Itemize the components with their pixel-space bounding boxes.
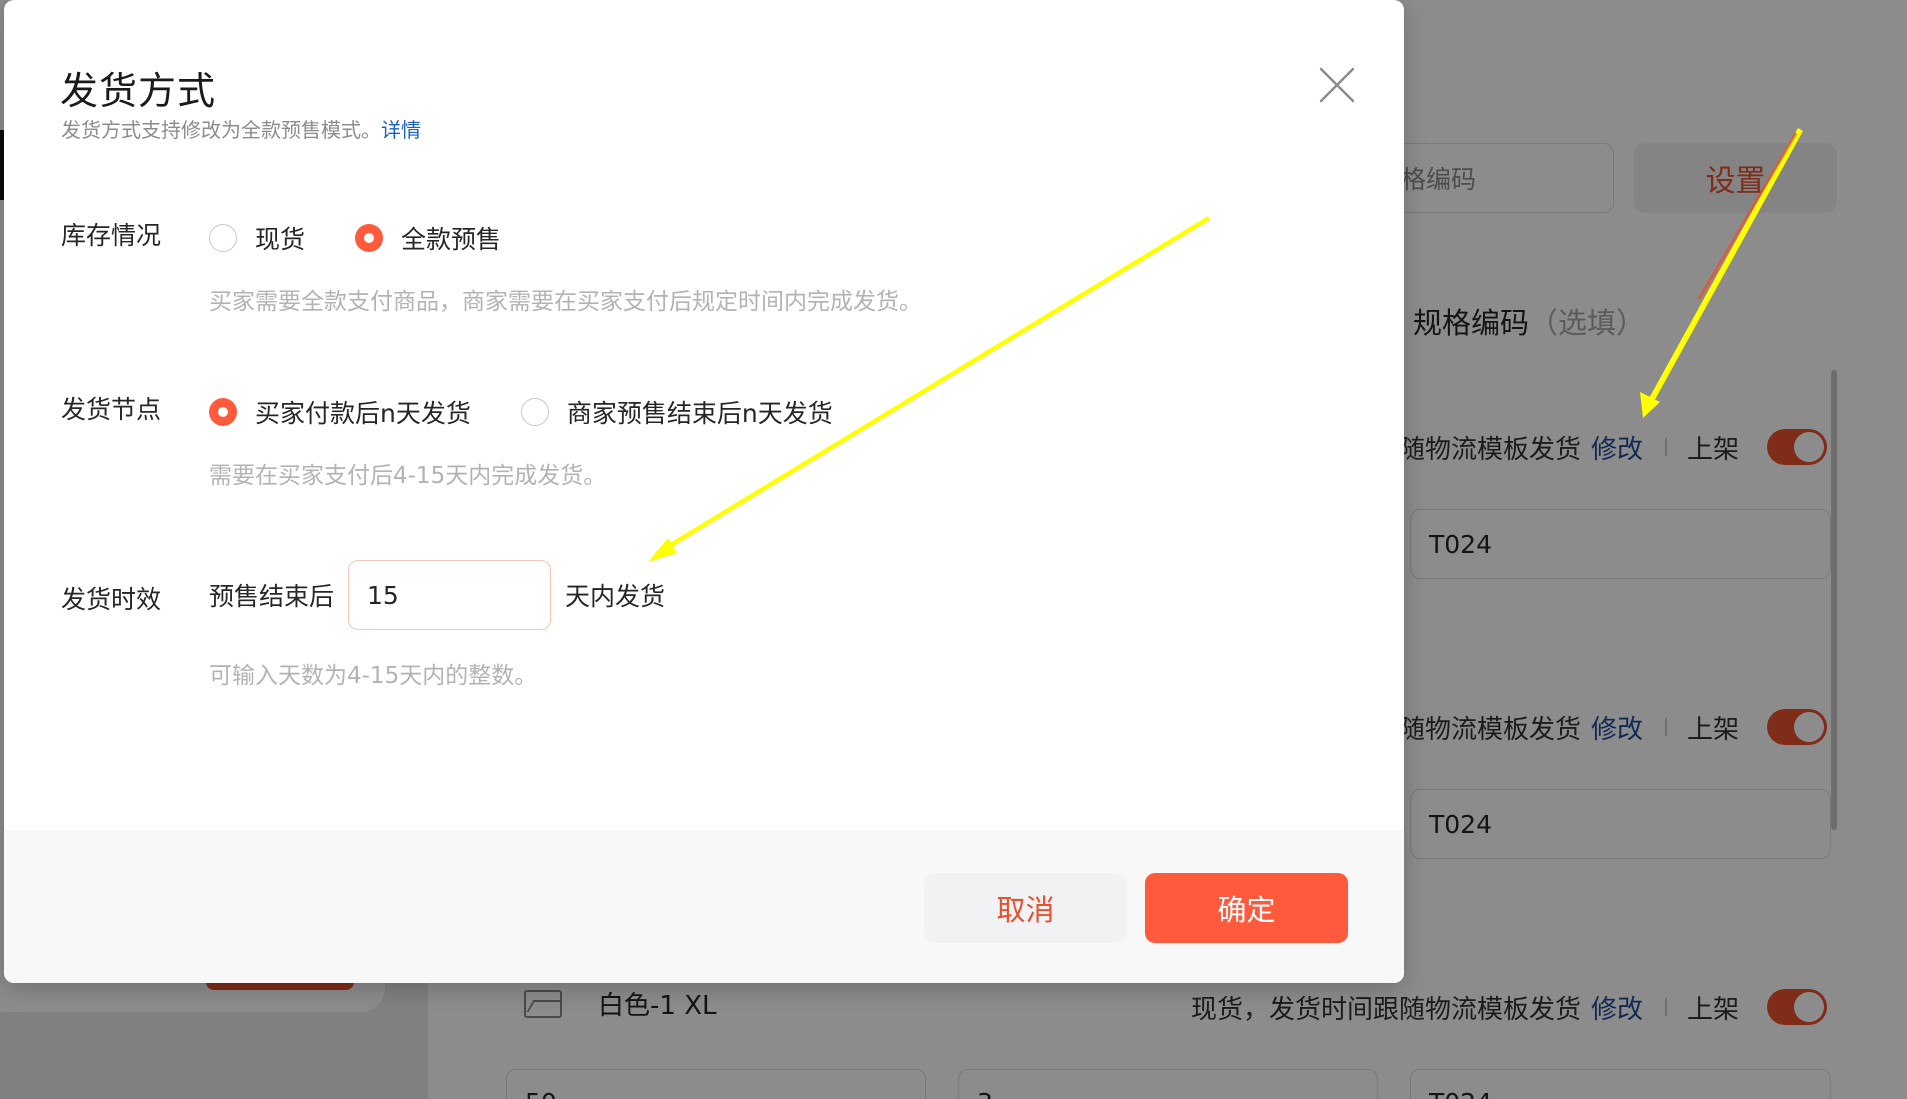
radio-label: 现货	[255, 225, 306, 254]
ship-node-radio-group: 买家付款后n天发货 商家预售结束后n天发货	[209, 394, 833, 430]
radio-circle-checked	[355, 224, 384, 252]
dialog-footer: 取消 确定	[4, 830, 1404, 983]
radio-circle-checked	[209, 398, 237, 426]
confirm-button[interactable]: 确定	[1145, 873, 1348, 943]
ship-time-prefix: 预售结束后	[209, 582, 335, 611]
radio-in-stock[interactable]: 现货	[209, 220, 305, 256]
ship-time-label: 发货时效	[61, 585, 162, 614]
radio-after-payment[interactable]: 买家付款后n天发货	[209, 394, 471, 430]
inventory-help: 买家需要全款支付商品，商家需要在买家支付后规定时间内完成发货。	[209, 289, 922, 315]
radio-label: 全款预售	[401, 225, 502, 254]
days-input[interactable]	[348, 560, 552, 630]
close-icon[interactable]	[1317, 65, 1357, 105]
ship-time-row: 预售结束后 天内发货	[209, 560, 665, 630]
cancel-button[interactable]: 取消	[924, 873, 1127, 943]
radio-label: 买家付款后n天发货	[255, 399, 471, 428]
inventory-label: 库存情况	[61, 221, 162, 250]
radio-full-presale[interactable]: 全款预售	[355, 220, 501, 256]
ship-node-label: 发货节点	[61, 395, 162, 424]
radio-after-presale-end[interactable]: 商家预售结束后n天发货	[520, 394, 833, 430]
radio-label: 商家预售结束后n天发货	[566, 399, 833, 428]
ship-time-suffix: 天内发货	[565, 582, 666, 611]
ship-time-help: 可输入天数为4-15天内的整数。	[209, 663, 538, 689]
ship-node-help: 需要在买家支付后4-15天内完成发货。	[209, 463, 607, 489]
dialog-subtitle-text: 发货方式支持修改为全款预售模式。	[61, 118, 381, 142]
radio-circle	[520, 398, 549, 426]
dialog-title: 发货方式	[60, 69, 217, 113]
inventory-radio-group: 现货 全款预售	[209, 220, 501, 256]
dialog-subtitle: 发货方式支持修改为全款预售模式。详情	[61, 114, 421, 143]
radio-circle	[209, 224, 237, 252]
shipping-method-dialog: 发货方式 发货方式支持修改为全款预售模式。详情 库存情况 现货 全款预售 买家需…	[4, 0, 1404, 983]
details-link[interactable]: 详情	[381, 118, 421, 142]
